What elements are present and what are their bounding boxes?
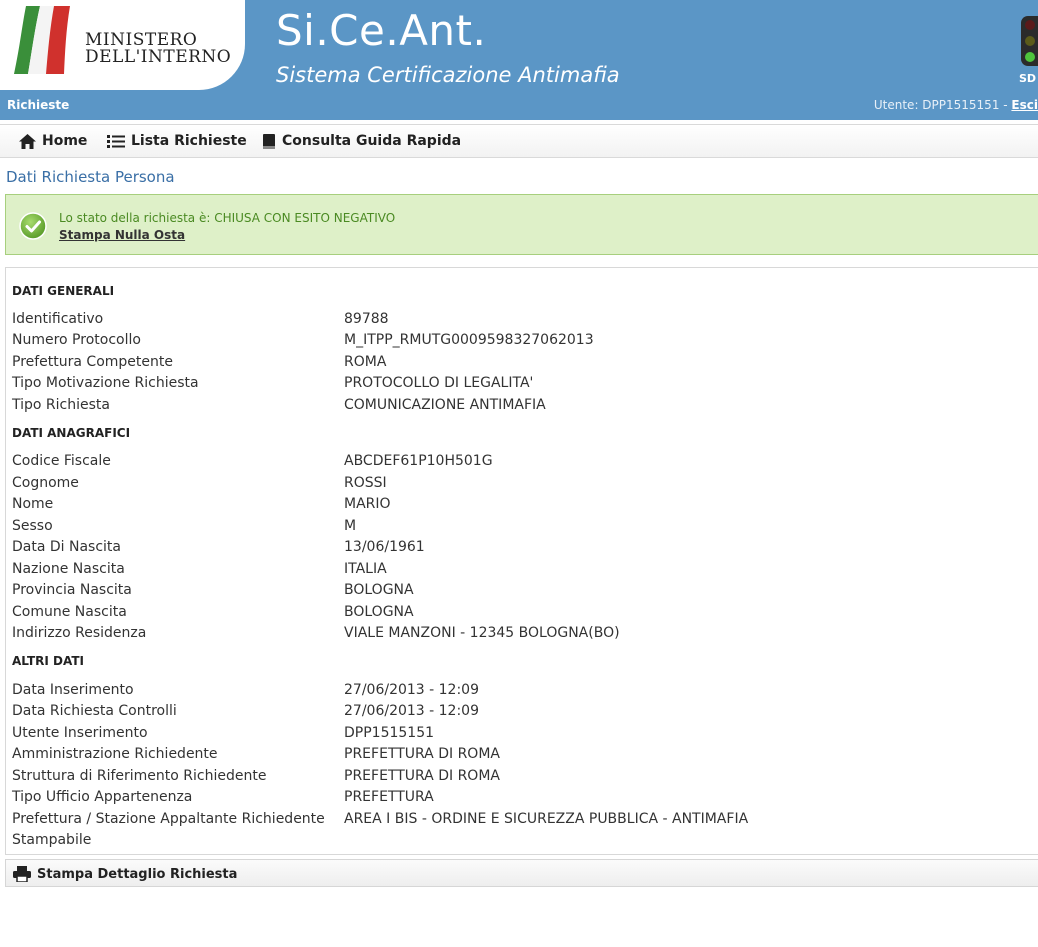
label-identificativo: Identificativo <box>12 311 104 327</box>
stampa-dettaglio-label: Stampa Dettaglio Richiesta <box>37 866 238 882</box>
section-title-generali: DATI GENERALI <box>12 284 115 298</box>
value-nome: MARIO <box>344 496 391 512</box>
flag-logo-icon <box>14 6 70 74</box>
label-data-inserimento: Data Inserimento <box>12 682 134 698</box>
badge-label: SD <box>1019 72 1037 85</box>
label-numero-protocollo: Numero Protocollo <box>12 332 141 348</box>
value-nazione-nascita: ITALIA <box>344 561 387 577</box>
app-header: MINISTERO DELL'INTERNO Si.Ce.Ant. Sistem… <box>0 0 1038 120</box>
user-label: Utente: DPP1515151 - <box>873 98 1012 112</box>
label-comune-nascita: Comune Nascita <box>12 604 127 620</box>
request-details: DATI GENERALI Identificativo 89788 Numer… <box>5 267 1038 855</box>
nav-lista-richieste[interactable]: Lista Richieste <box>107 133 247 149</box>
value-struttura-riferimento: PREFETTURA DI ROMA <box>344 768 500 784</box>
list-icon <box>107 134 125 148</box>
nav-home[interactable]: Home <box>19 133 87 149</box>
label-nome: Nome <box>12 496 54 512</box>
value-tipo-motivazione: PROTOCOLLO DI LEGALITA' <box>344 375 534 391</box>
label-data-richiesta-controlli: Data Richiesta Controlli <box>12 703 177 719</box>
stampa-dettaglio-button[interactable]: Stampa Dettaglio Richiesta <box>13 866 237 882</box>
label-stampabile: Stampabile <box>12 832 92 848</box>
label-data-nascita: Data Di Nascita <box>12 539 121 555</box>
page-title: Dati Richiesta Persona <box>6 168 175 186</box>
check-icon <box>19 212 47 240</box>
label-tipo-ufficio: Tipo Ufficio Appartenenza <box>12 789 193 805</box>
nav-home-label: Home <box>42 133 88 149</box>
red-light-icon <box>1025 20 1035 30</box>
value-numero-protocollo: M_ITPP_RMUTG0009598327062013 <box>344 332 594 348</box>
section-title-anagrafici: DATI ANAGRAFICI <box>12 426 131 440</box>
breadcrumb[interactable]: Richieste <box>7 98 69 112</box>
label-amministrazione-richiedente: Amministrazione Richiedente <box>12 746 218 762</box>
nav-guida-rapida[interactable]: Consulta Guida Rapida <box>262 133 461 149</box>
value-tipo-ufficio: PREFETTURA <box>344 789 434 805</box>
user-info: Utente: DPP1515151 - Esci <box>874 98 1038 112</box>
label-utente-inserimento: Utente Inserimento <box>12 725 148 741</box>
main-nav: Home Lista Richieste Consulta Guida Rapi… <box>0 124 1038 158</box>
section-title-altri: ALTRI DATI <box>12 654 84 668</box>
nav-guida-label: Consulta Guida Rapida <box>282 133 462 149</box>
home-icon <box>19 133 36 149</box>
value-utente-inserimento: DPP1515151 <box>344 725 435 741</box>
label-prefettura-competente: Prefettura Competente <box>12 354 173 370</box>
traffic-light-icon <box>1021 16 1038 66</box>
value-amministrazione-richiedente: PREFETTURA DI ROMA <box>344 746 500 762</box>
ministry-logo: MINISTERO DELL'INTERNO <box>0 0 245 90</box>
green-light-icon <box>1025 52 1035 62</box>
book-icon <box>263 133 275 149</box>
ministry-name-line2: DELL'INTERNO <box>85 47 232 67</box>
label-sesso: Sesso <box>12 518 53 534</box>
value-codice-fiscale: ABCDEF61P10H501G <box>344 453 493 469</box>
breadcrumb-bar: Richieste Utente: DPP1515151 - Esci <box>0 92 1038 118</box>
nav-lista-label: Lista Richieste <box>131 133 247 149</box>
status-alert: Lo stato della richiesta è: CHIUSA CON E… <box>5 194 1038 255</box>
app-title: Si.Ce.Ant. <box>276 6 487 55</box>
label-indirizzo-residenza: Indirizzo Residenza <box>12 625 147 641</box>
value-prefettura-competente: ROMA <box>344 354 387 370</box>
label-nazione-nascita: Nazione Nascita <box>12 561 125 577</box>
label-tipo-motivazione: Tipo Motivazione Richiesta <box>12 375 199 391</box>
value-sesso: M <box>344 518 357 534</box>
label-cognome: Cognome <box>12 475 79 491</box>
label-stazione-appaltante: Prefettura / Stazione Appaltante Richied… <box>12 811 325 827</box>
logout-link[interactable]: Esci <box>1011 98 1038 112</box>
value-data-richiesta-controlli: 27/06/2013 - 12:09 <box>344 703 479 719</box>
value-data-nascita: 13/06/1961 <box>344 539 425 555</box>
label-codice-fiscale: Codice Fiscale <box>12 453 111 469</box>
ministry-name: MINISTERO DELL'INTERNO <box>85 32 231 66</box>
value-data-inserimento: 27/06/2013 - 12:09 <box>344 682 479 698</box>
printer-icon <box>13 866 31 882</box>
value-comune-nascita: BOLOGNA <box>344 604 414 620</box>
label-tipo-richiesta: Tipo Richiesta <box>12 397 110 413</box>
stampa-nulla-osta-link[interactable]: Stampa Nulla Osta <box>59 228 185 242</box>
label-provincia-nascita: Provincia Nascita <box>12 582 132 598</box>
app-subtitle: Sistema Certificazione Antimafia <box>276 63 620 87</box>
status-message: Lo stato della richiesta è: CHIUSA CON E… <box>59 211 396 225</box>
value-provincia-nascita: BOLOGNA <box>344 582 414 598</box>
label-struttura-riferimento: Struttura di Riferimento Richiedente <box>12 768 267 784</box>
footer-toolbar: Stampa Dettaglio Richiesta <box>5 859 1038 887</box>
value-tipo-richiesta: COMUNICAZIONE ANTIMAFIA <box>344 397 546 413</box>
value-indirizzo-residenza: VIALE MANZONI - 12345 BOLOGNA(BO) <box>344 625 620 641</box>
value-stazione-appaltante: AREA I BIS - ORDINE E SICUREZZA PUBBLICA… <box>344 811 749 827</box>
yellow-light-icon <box>1025 36 1035 46</box>
value-identificativo: 89788 <box>344 311 389 327</box>
value-cognome: ROSSI <box>344 475 387 491</box>
